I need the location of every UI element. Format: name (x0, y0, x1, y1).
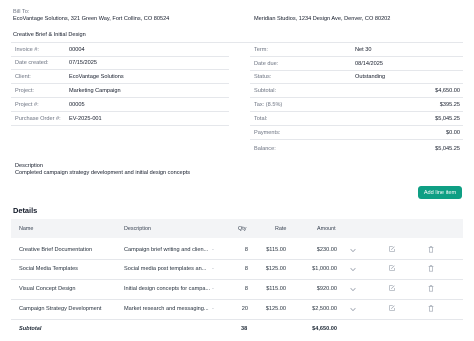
edit-icon[interactable] (388, 245, 396, 253)
qty-input[interactable]: - 20 (212, 305, 248, 314)
total-value: $5,045.25 (435, 116, 460, 122)
field-label: Total: (254, 116, 268, 122)
divider (11, 69, 229, 70)
divider (11, 319, 463, 320)
column-header-qty: Qty (238, 226, 247, 232)
row-rate[interactable]: $125.00 (266, 306, 286, 312)
divider (250, 111, 463, 112)
tax-value: $395.25 (439, 102, 460, 108)
chevron-down-icon[interactable] (349, 285, 357, 293)
date-due: 08/14/2025 (355, 61, 383, 67)
divider (250, 56, 463, 57)
project-number: 00005 (69, 102, 85, 108)
divider (11, 42, 463, 43)
divider (11, 125, 229, 126)
row-name: Social Media Templates (19, 266, 78, 272)
column-header-name: Name (19, 226, 34, 232)
term-value: Net 30 (355, 47, 372, 53)
row-qty: 8 (244, 247, 248, 253)
table-header (11, 219, 463, 238)
purchase-order-number: EV-2025-001 (69, 116, 102, 122)
row-qty: 20 (241, 306, 248, 312)
column-header-amount: Amount (317, 226, 336, 232)
row-description: Initial design concepts for campa... (124, 286, 211, 292)
chevron-down-icon[interactable] (349, 265, 357, 273)
field-label: Subtotal: (254, 88, 277, 94)
divider (250, 83, 463, 84)
client-name: EcoVantage Solutions (69, 74, 124, 80)
bill-to-label: Bill To: (13, 9, 30, 15)
column-header-description: Description (124, 226, 151, 232)
details-title: Details (13, 206, 38, 215)
from-address: Meridian Studios, 1234 Design Ave, Denve… (254, 16, 391, 22)
trash-icon[interactable] (427, 284, 435, 292)
subtotal-qty: 38 (241, 326, 248, 332)
row-amount: $920.00 (316, 286, 337, 292)
field-label: Balance: (254, 146, 276, 152)
field-label: Payments: (254, 130, 281, 136)
field-label: Tax: (8.5%) (254, 102, 283, 108)
row-amount: $230.00 (316, 247, 337, 253)
date-created: 07/15/2025 (69, 60, 97, 66)
status-value: Outstanding (355, 74, 386, 80)
subtotal-amount: $4,650.00 (312, 326, 337, 332)
row-amount: $2,500.00 (312, 306, 337, 312)
edit-icon[interactable] (388, 304, 396, 312)
project-name: Marketing Campaign (69, 88, 121, 94)
row-qty: 8 (244, 266, 248, 272)
divider (11, 56, 229, 57)
field-label: Date created: (15, 60, 49, 66)
row-qty: 8 (244, 286, 248, 292)
invoice-number: 00004 (69, 47, 85, 53)
row-rate[interactable]: $125.00 (266, 266, 286, 272)
divider (250, 97, 463, 98)
edit-icon[interactable] (388, 284, 396, 292)
divider (11, 279, 463, 280)
row-description: Market research and messaging... (124, 306, 209, 312)
trash-icon[interactable] (427, 245, 435, 253)
description-label: Description (15, 163, 43, 169)
divider (11, 97, 229, 98)
column-header-rate: Rate (275, 226, 287, 232)
row-name: Visual Concept Design (19, 286, 76, 292)
field-label: Purchase Order #: (15, 116, 61, 122)
divider (250, 70, 463, 71)
balance-value: $5,045.25 (435, 146, 460, 152)
row-rate[interactable]: $115.00 (266, 286, 286, 292)
field-label: Invoice #: (15, 47, 39, 53)
field-label: Project #: (15, 102, 39, 108)
row-description: Campaign brief writing and clien... (124, 247, 209, 253)
edit-icon[interactable] (388, 264, 396, 272)
subtotal-label: Subtotal (19, 326, 42, 332)
divider (11, 83, 229, 84)
chevron-down-icon[interactable] (349, 246, 357, 254)
trash-icon[interactable] (427, 304, 435, 312)
row-name: Creative Brief Documentation (19, 247, 93, 253)
divider (11, 259, 463, 260)
invoice-title: Creative Brief & Initial Design (13, 32, 86, 38)
subtotal-value: $4,650.00 (435, 88, 460, 94)
qty-input[interactable]: - 8 (212, 265, 248, 274)
field-label: Project: (15, 88, 34, 94)
row-name: Campaign Strategy Development (19, 306, 102, 312)
field-label: Status: (254, 74, 272, 80)
add-line-item-button[interactable]: Add line item (418, 186, 462, 199)
divider (250, 139, 463, 140)
divider (11, 299, 463, 300)
chevron-down-icon[interactable] (349, 305, 357, 313)
payments-value: $0.00 (446, 130, 460, 136)
qty-input[interactable]: - 8 (212, 285, 248, 294)
divider (250, 125, 463, 126)
field-label: Date due: (254, 61, 279, 67)
field-label: Term: (254, 47, 268, 53)
description-text: Completed campaign strategy development … (15, 170, 191, 176)
row-rate[interactable]: $115.00 (266, 247, 286, 253)
bill-to-address: EcoVantage Solutions, 321 Green Way, For… (13, 16, 170, 22)
row-description: Social media post templates an... (124, 266, 207, 272)
row-amount: $1,000.00 (312, 266, 337, 272)
trash-icon[interactable] (427, 264, 435, 272)
field-label: Client: (15, 74, 31, 80)
qty-input[interactable]: - 8 (212, 246, 248, 255)
divider (11, 111, 229, 112)
